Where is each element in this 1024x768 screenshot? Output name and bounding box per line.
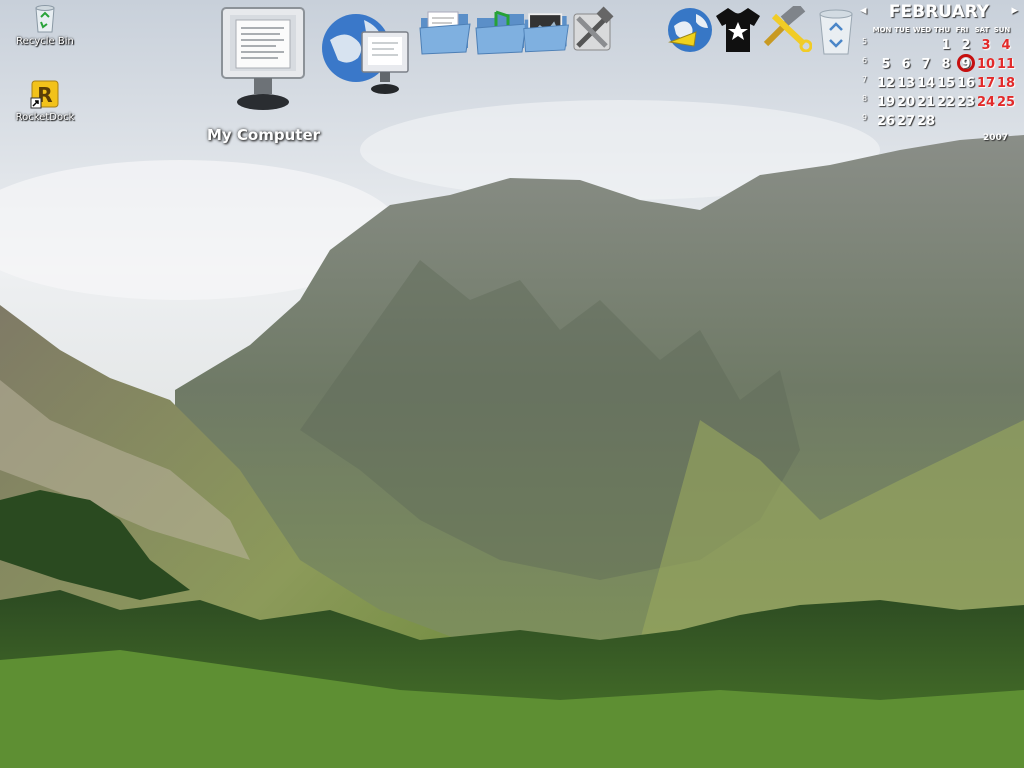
week-number: 8 [862, 94, 868, 103]
pictures-folder-icon [523, 13, 569, 53]
calendar-day[interactable]: 24 [976, 93, 996, 112]
dock-item-tools[interactable] [568, 6, 616, 58]
calendar-day[interactable]: 23 [956, 93, 976, 112]
week-number: 9 [862, 113, 868, 122]
calendar-day[interactable]: 8 [936, 55, 956, 74]
hammer-wrench-icon [763, 2, 813, 53]
calendar-day[interactable]: 15 [936, 74, 956, 93]
dock-item-tshirt[interactable] [714, 4, 762, 60]
calendar-day[interactable] [876, 36, 896, 55]
recycle-bin-icon [29, 2, 61, 34]
calendar-day[interactable]: 12 [876, 74, 896, 93]
calendar-week-row: 6 5 6 7 8 9 10 11 [858, 54, 1020, 74]
calendar-weekday-header: MON TUE WED THU FRI SAT SUN [872, 24, 1020, 36]
calendar-week-row: 5 1 2 3 4 [858, 36, 1020, 55]
weekday-label: SAT [974, 26, 990, 34]
tools-icon [573, 6, 614, 51]
desktop-icon-rocketdock[interactable]: R RocketDock [10, 78, 80, 123]
calendar-week-row: 8 19 20 21 22 23 24 25 [858, 93, 1020, 112]
calendar-day[interactable] [896, 36, 916, 55]
week-number: 6 [862, 56, 868, 65]
calendar-day[interactable] [976, 112, 996, 131]
calendar-day[interactable]: 18 [996, 74, 1016, 93]
calendar-day[interactable]: 11 [996, 55, 1016, 74]
calendar-day[interactable]: 2 [956, 36, 976, 55]
calendar-next-arrow[interactable]: ▸ [1011, 3, 1018, 18]
desktop-icon-recycle-bin[interactable]: Recycle Bin [10, 2, 80, 47]
calendar-day[interactable]: 16 [956, 74, 976, 93]
weekday-label: FRI [955, 26, 969, 34]
calendar-day[interactable]: 6 [896, 55, 916, 74]
weekday-label: WED [912, 26, 932, 34]
calendar-day[interactable]: 3 [976, 36, 996, 55]
calendar-day[interactable]: 14 [916, 74, 936, 93]
dock-item-hammer-wrench[interactable] [762, 2, 813, 56]
rocketdock-label: RocketDock [15, 112, 75, 123]
week-number: 5 [862, 37, 868, 46]
calendar-day[interactable]: 10 [976, 55, 996, 74]
calendar-year: 2007 [982, 133, 1008, 143]
week-number: 7 [862, 75, 868, 84]
calendar-day-today[interactable]: 9 [956, 54, 976, 74]
calendar-day[interactable]: 22 [936, 93, 956, 112]
weekday-label: THU [933, 26, 951, 34]
documents-folder-icon [419, 11, 471, 55]
calendar-day[interactable]: 21 [916, 93, 936, 112]
calendar-week-row: 7 12 13 14 15 16 17 18 [858, 74, 1020, 93]
calendar-month: FEBRUARY [888, 2, 990, 22]
dock-item-documents-folder[interactable] [418, 8, 474, 62]
calendar-day[interactable] [996, 112, 1016, 131]
weekday-label: SUN [993, 26, 1011, 34]
calendar-day[interactable]: 27 [896, 112, 916, 131]
dock-item-pictures-folder[interactable] [522, 8, 572, 62]
internet-globe-icon [668, 8, 712, 52]
calendar-day[interactable] [936, 112, 956, 131]
calendar-day[interactable]: 1 [936, 36, 956, 55]
calendar-widget: ◂ FEBRUARY ▸ MON TUE WED THU FRI SAT SUN… [858, 2, 1020, 143]
calendar-day[interactable]: 5 [876, 55, 896, 74]
calendar-day[interactable] [916, 36, 936, 55]
weekday-label: MON [872, 26, 892, 34]
calendar-day[interactable]: 4 [996, 36, 1016, 55]
dock-item-network[interactable] [320, 10, 412, 100]
calendar-day[interactable]: 28 [916, 112, 936, 131]
rocketdock-icon: R [29, 78, 61, 110]
calendar-week-row: 9 26 27 28 [858, 112, 1020, 131]
calendar-day[interactable]: 26 [876, 112, 896, 131]
calendar-day[interactable]: 19 [876, 93, 896, 112]
calendar-day[interactable]: 7 [916, 55, 936, 74]
calendar-day[interactable]: 20 [896, 93, 916, 112]
recycle-bin-icon [819, 9, 853, 55]
network-globe-icon [322, 14, 409, 94]
dock-item-my-computer[interactable] [218, 6, 308, 118]
calendar-day[interactable]: 17 [976, 74, 996, 93]
dock-item-recycle-bin[interactable] [814, 4, 858, 60]
calendar-day[interactable] [956, 112, 976, 131]
dock-item-internet[interactable] [666, 6, 714, 58]
my-computer-icon [221, 7, 305, 110]
weekday-label: TUE [894, 26, 910, 34]
recycle-bin-label: Recycle Bin [16, 36, 74, 47]
calendar-day[interactable]: 25 [996, 93, 1016, 112]
calendar-day[interactable]: 13 [896, 74, 916, 93]
dock-hover-label: My Computer [207, 126, 321, 144]
tshirt-icon [716, 8, 760, 52]
